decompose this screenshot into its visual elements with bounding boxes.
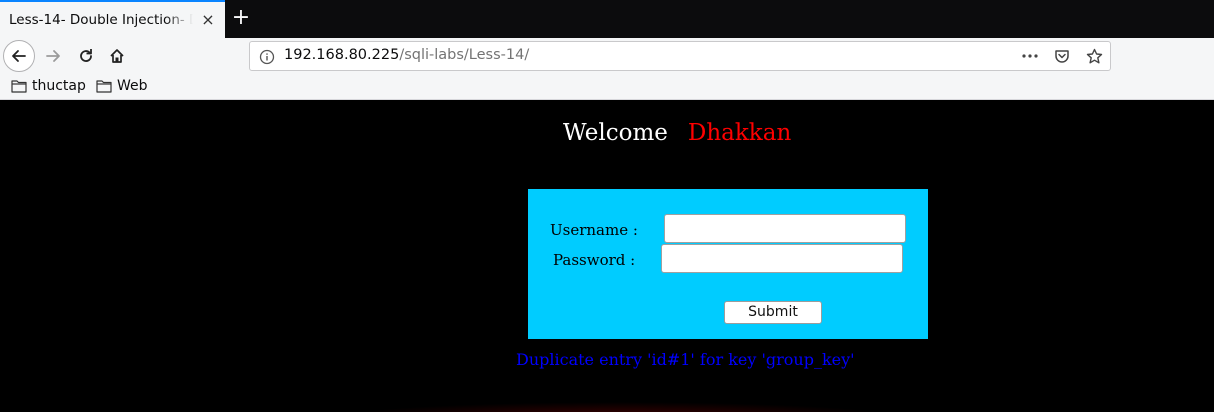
welcome-name: Dhakkan [687, 120, 792, 146]
submit-button[interactable]: Submit [724, 301, 822, 324]
page-actions-icon[interactable] [1020, 46, 1040, 66]
url-text: 192.168.80.225/sqli-labs/Less-14/ [284, 47, 529, 63]
welcome-heading: Welcome Dhakkan [563, 120, 791, 146]
page-content: Welcome Dhakkan Username : Password : Sub… [0, 100, 1214, 412]
reload-button[interactable] [70, 40, 102, 72]
error-message: Duplicate entry 'id#1' for key 'group_ke… [516, 350, 855, 369]
url-host: 192.168.80.225 [284, 47, 400, 63]
bookmarks-toolbar: thuctap Web [0, 74, 1214, 100]
reload-icon [80, 49, 92, 62]
password-label: Password : [553, 251, 636, 269]
forward-arrow-icon [46, 50, 60, 62]
back-button[interactable] [3, 40, 35, 72]
bookmark-label: Web [117, 78, 148, 94]
back-arrow-icon [12, 50, 26, 62]
browser-tab[interactable]: Less-14- Double Injection- Dou × [0, 0, 225, 38]
close-tab-icon[interactable]: × [200, 12, 216, 28]
url-path: /sqli-labs/Less-14/ [399, 47, 530, 63]
login-form: Username : Password : Submit [528, 189, 928, 339]
site-info-icon[interactable] [259, 49, 275, 65]
bookmark-folder-thuctap[interactable]: thuctap [11, 78, 86, 94]
folder-icon [11, 80, 27, 93]
password-input[interactable] [661, 244, 903, 273]
navigation-bar: 192.168.80.225/sqli-labs/Less-14/ [0, 38, 1214, 74]
username-input[interactable] [664, 214, 906, 243]
bookmark-folder-web[interactable]: Web [96, 78, 148, 94]
forward-button[interactable] [37, 40, 69, 72]
address-bar[interactable]: 192.168.80.225/sqli-labs/Less-14/ [249, 41, 1111, 71]
username-label: Username : [550, 221, 638, 239]
tab-strip: Less-14- Double Injection- Dou × + [0, 0, 1214, 38]
new-tab-button[interactable]: + [230, 7, 252, 29]
folder-icon [96, 80, 112, 93]
background-glow [340, 402, 900, 412]
tab-title: Less-14- Double Injection- Dou [9, 12, 193, 28]
bookmark-label: thuctap [32, 78, 86, 94]
home-button[interactable] [101, 40, 133, 72]
bookmark-star-icon[interactable] [1084, 46, 1104, 66]
pocket-icon[interactable] [1052, 46, 1072, 66]
home-icon [110, 49, 124, 63]
welcome-text: Welcome [563, 120, 668, 146]
